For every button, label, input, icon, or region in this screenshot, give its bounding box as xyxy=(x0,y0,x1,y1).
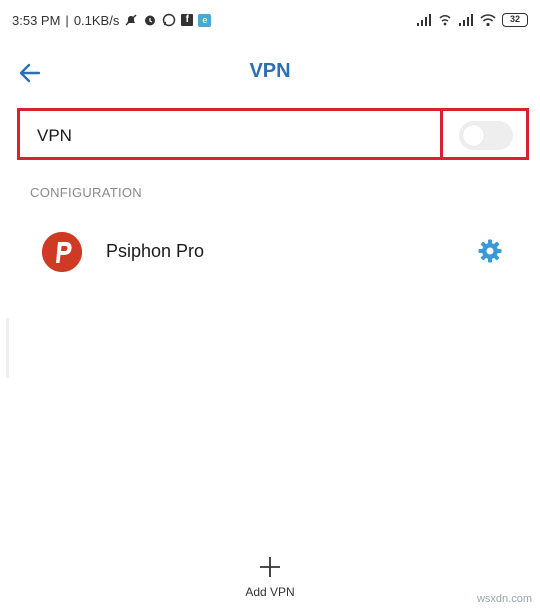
signal-icon xyxy=(417,14,431,26)
wifi-icon xyxy=(480,14,496,27)
vpn-toggle-highlight xyxy=(440,108,529,160)
app-notification-icon: e xyxy=(198,13,212,27)
vpn-toggle-switch[interactable] xyxy=(459,121,513,150)
profile-settings-button[interactable] xyxy=(476,237,504,265)
mute-notification-icon xyxy=(125,14,137,26)
battery-indicator: 32 xyxy=(502,13,528,27)
status-right: 32 xyxy=(416,11,528,29)
gear-icon xyxy=(478,239,502,263)
status-left: 3:53 PM | 0.1KB/s f e xyxy=(12,11,212,29)
signal-icon-secondary xyxy=(459,14,473,26)
whatsapp-icon xyxy=(163,13,176,27)
page-title: VPN xyxy=(249,60,291,82)
vpn-label-highlight: VPN xyxy=(17,108,443,160)
alarm-icon xyxy=(145,15,156,26)
status-bar: 3:53 PM | 0.1KB/s f e 32 xyxy=(0,0,540,40)
psiphon-logo-icon xyxy=(42,232,82,272)
vpn-settings-screen: 3:53 PM | 0.1KB/s f e 32 VPN VPN CONFIGU… xyxy=(0,0,540,609)
configuration-section-title: CONFIGURATION xyxy=(30,185,142,200)
add-vpn-button[interactable]: Add VPN xyxy=(220,555,320,603)
watermark: wsxdn.com xyxy=(476,593,532,605)
vpn-status-icon xyxy=(439,15,451,26)
vpn-label: VPN xyxy=(37,126,72,145)
toggle-knob xyxy=(463,125,484,146)
app-header: VPN xyxy=(0,48,540,98)
vpn-toggle-row[interactable]: VPN xyxy=(17,108,529,160)
facebook-icon: f xyxy=(181,14,194,26)
status-speed: 0.1KB/s xyxy=(73,12,120,28)
scroll-indicator xyxy=(6,318,9,378)
vpn-profile-item[interactable]: Psiphon Pro xyxy=(0,220,540,284)
status-time: 3:53 PM xyxy=(12,12,61,28)
add-vpn-label: Add VPN xyxy=(245,585,295,599)
plus-icon xyxy=(260,557,280,577)
vpn-profile-name: Psiphon Pro xyxy=(106,241,205,261)
status-separator: | xyxy=(65,12,69,28)
